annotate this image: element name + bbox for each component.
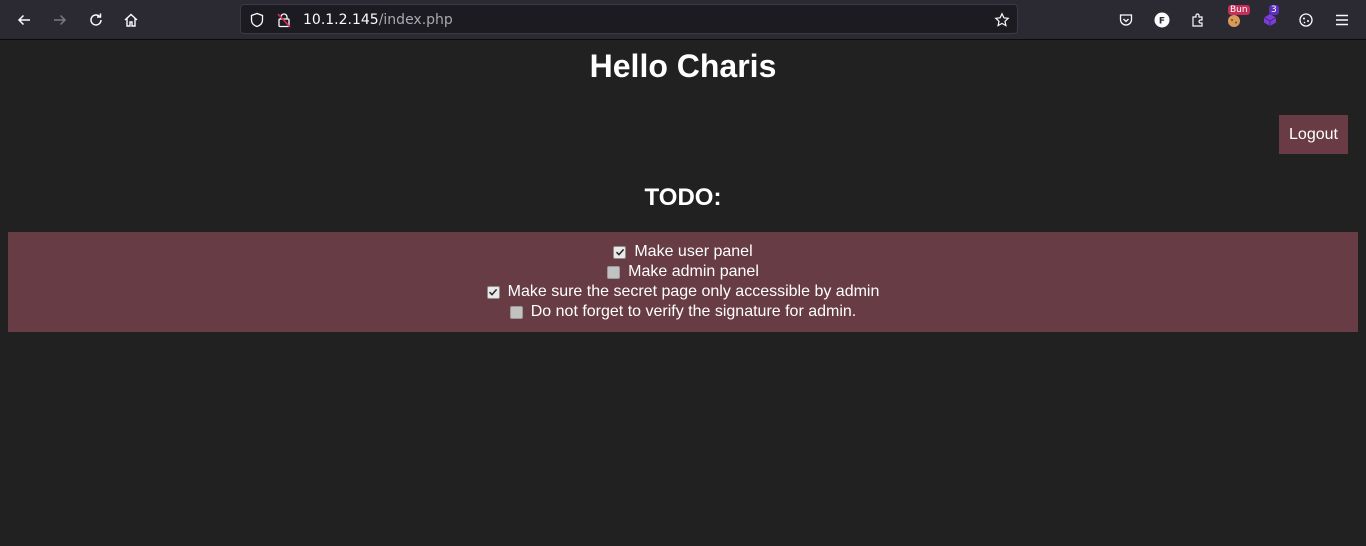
back-button[interactable] (10, 6, 38, 34)
home-button[interactable] (117, 6, 145, 34)
home-icon (124, 13, 138, 27)
checkmark-icon (615, 248, 625, 256)
extension-badge: 3 (1269, 5, 1279, 15)
todo-item: Make user panel (8, 242, 1358, 262)
extension-badge: Bun (1228, 5, 1250, 15)
todo-label: Make user panel (634, 243, 753, 260)
purple-extension-button[interactable]: 3 (1256, 5, 1284, 34)
todo-list: Make user panel Make admin panel Make su… (8, 232, 1358, 332)
logout-button[interactable]: Logout (1279, 115, 1348, 154)
url-bar[interactable]: 10.1.2.145/index.php (240, 4, 1018, 34)
todo-item: Do not forget to verify the signature fo… (8, 302, 1358, 322)
page-title: Hello Charis (589, 48, 777, 84)
todo-checkbox[interactable] (509, 305, 523, 319)
todo-item: Make sure the secret page only accessibl… (8, 282, 1358, 302)
forward-button[interactable] (46, 6, 74, 34)
todo-checkbox[interactable] (607, 265, 621, 279)
browser-toolbar: 10.1.2.145/index.php F Bun 3 (0, 0, 1366, 40)
url-path: /index.php (378, 12, 453, 28)
todo-label: Make admin panel (628, 263, 759, 280)
insecure-lock-icon[interactable] (275, 11, 293, 29)
extensions-button[interactable] (1184, 6, 1212, 34)
todo-label: Make sure the secret page only accessibl… (507, 283, 880, 300)
page-content: Hello Charis Logout TODO: Make user pane… (0, 41, 1366, 546)
shield-icon[interactable] (248, 11, 266, 29)
arrow-right-icon (54, 14, 67, 26)
todo-checkbox[interactable] (613, 245, 627, 259)
svg-text:F: F (1159, 17, 1165, 27)
reload-button[interactable] (82, 6, 110, 34)
checkmark-icon (489, 288, 498, 296)
pocket-button[interactable] (1112, 6, 1140, 34)
bookmark-star-icon[interactable] (993, 11, 1011, 29)
account-f-icon: F (1154, 12, 1170, 28)
cookie-manager-button[interactable] (1292, 6, 1320, 34)
todo-label: Do not forget to verify the signature fo… (530, 303, 857, 320)
url-text[interactable]: 10.1.2.145/index.php (303, 11, 453, 29)
pocket-icon (1119, 14, 1133, 26)
reload-icon (90, 13, 102, 26)
todo-heading: TODO: (644, 184, 722, 211)
hamburger-menu-icon (1336, 14, 1348, 26)
todo-checkbox[interactable] (486, 285, 500, 299)
account-button[interactable]: F (1148, 6, 1176, 34)
cookie-outline-icon (1299, 13, 1313, 27)
menu-button[interactable] (1328, 6, 1356, 34)
cookie-extension-button[interactable]: Bun (1220, 5, 1250, 34)
todo-item: Make admin panel (8, 262, 1358, 282)
url-host: 10.1.2.145 (303, 12, 379, 28)
arrow-left-icon (17, 14, 30, 26)
puzzle-icon (1192, 13, 1203, 27)
